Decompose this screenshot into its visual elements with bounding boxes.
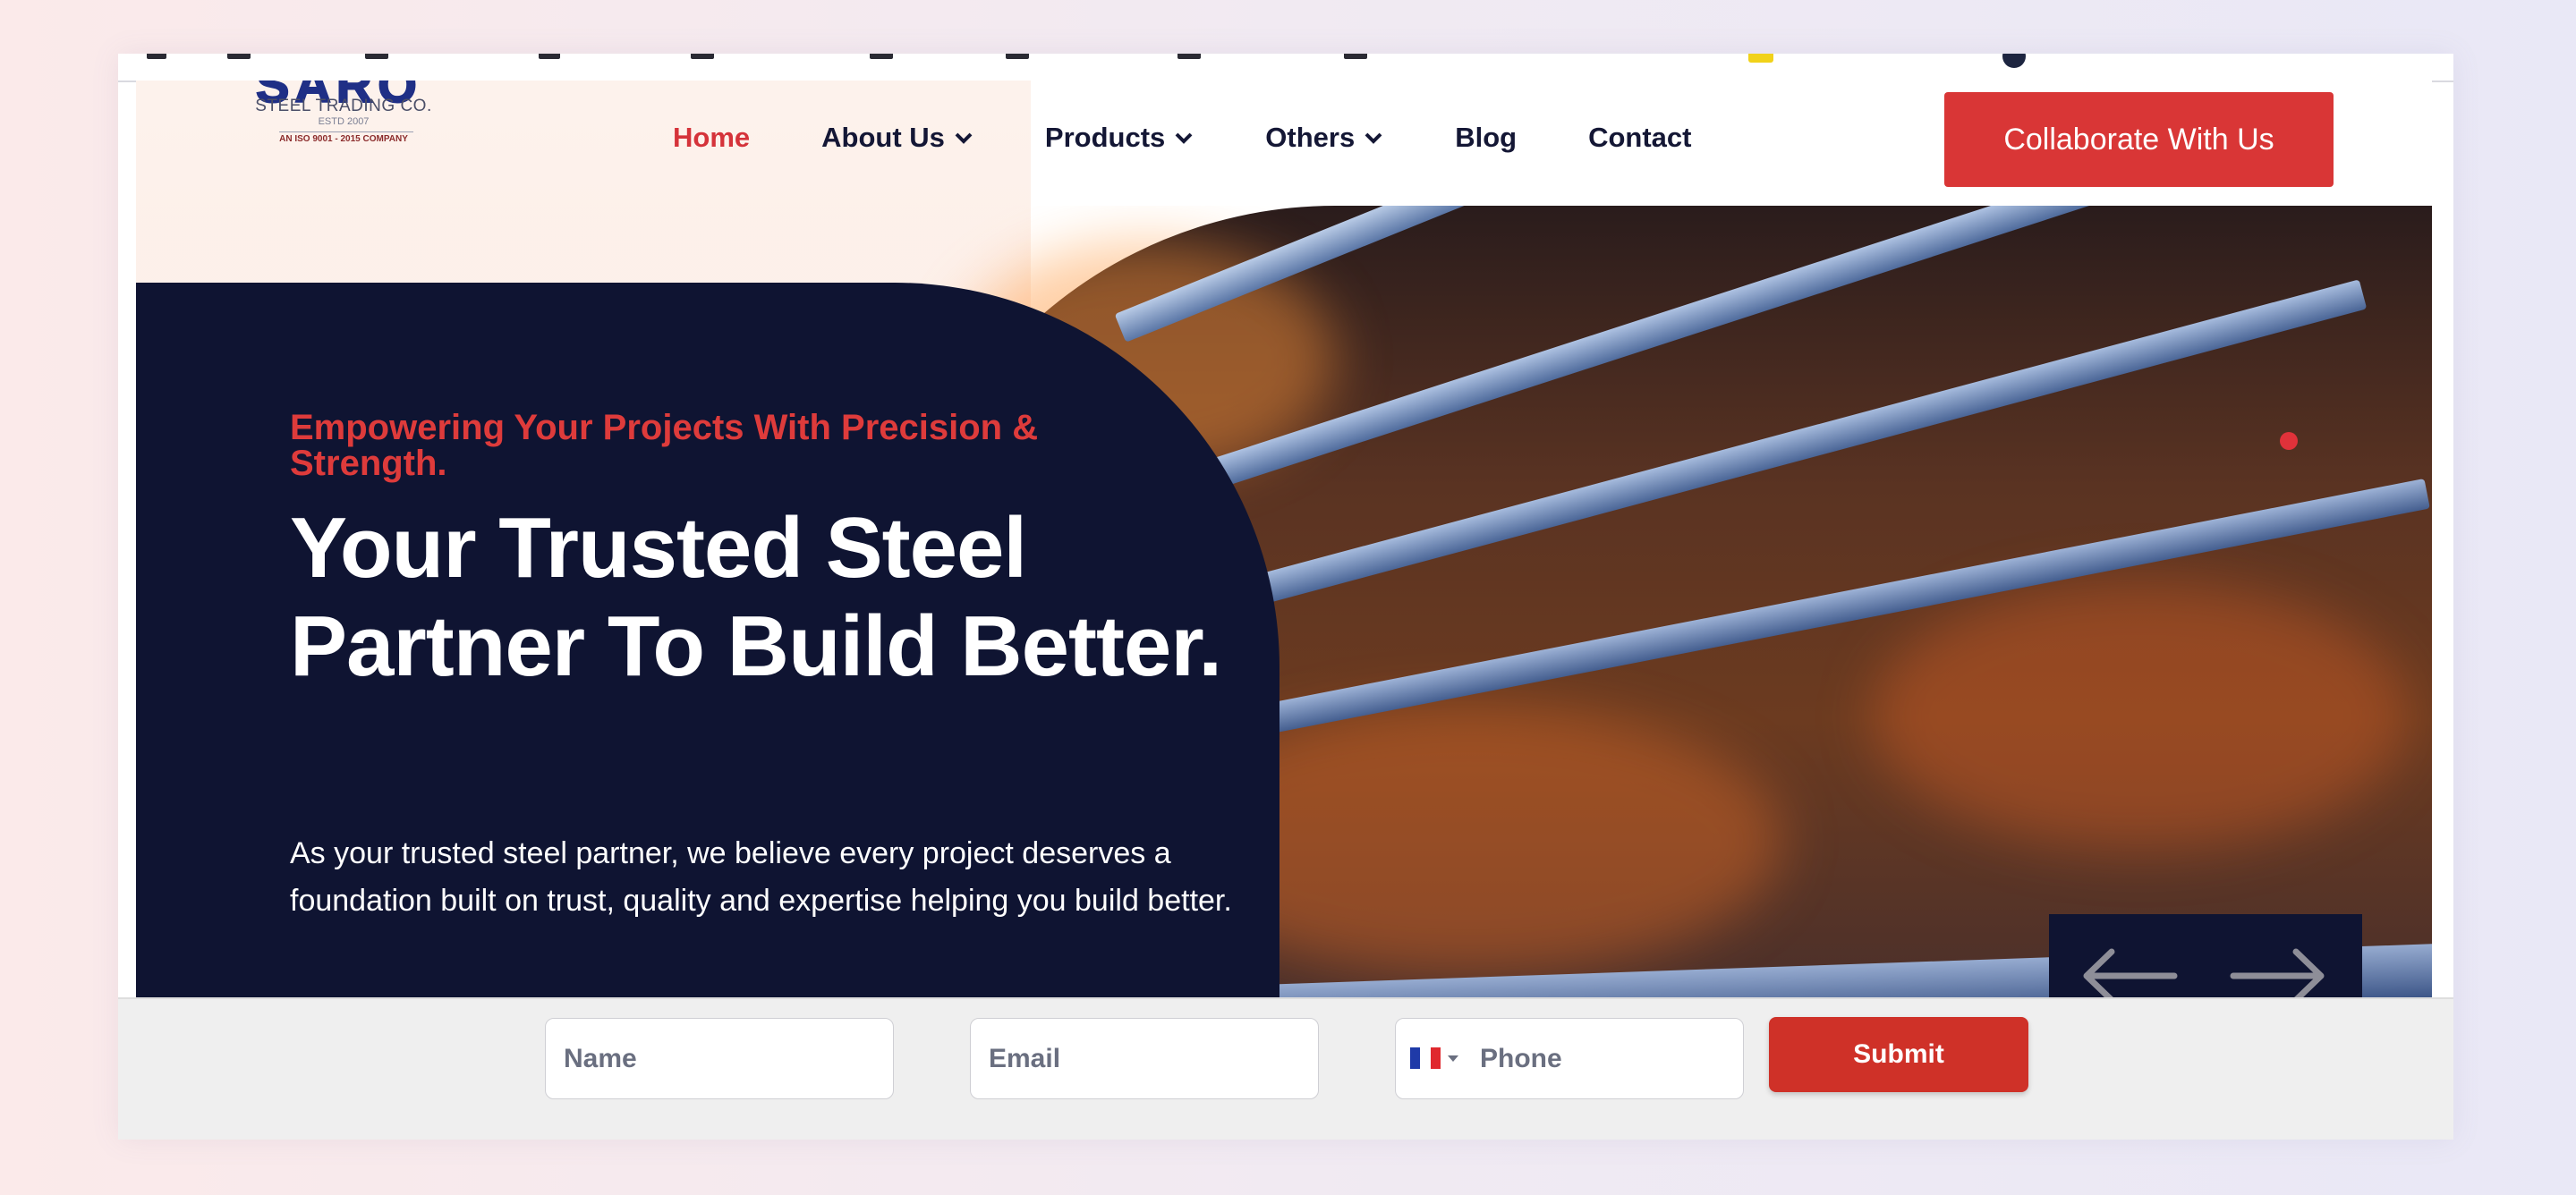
email-input[interactable] — [971, 1019, 1318, 1098]
name-input[interactable] — [546, 1019, 893, 1098]
nav-about-us-label: About Us — [821, 122, 945, 153]
nav-blog-label: Blog — [1455, 122, 1518, 153]
submit-button[interactable]: Submit — [1769, 1017, 2028, 1092]
country-selector[interactable] — [1410, 1047, 1458, 1069]
bookmark-icon[interactable] — [147, 54, 166, 59]
logo-estd: ESTD 2007 — [318, 116, 370, 127]
nav-products-label: Products — [1044, 122, 1166, 153]
website: SARO STEEL TRADING CO. ESTD 2007 AN ISO … — [136, 81, 2432, 1140]
slider-indicator-dot[interactable] — [2280, 432, 2298, 450]
nav-home[interactable]: Home — [673, 122, 750, 154]
bookmark-icon[interactable] — [1006, 54, 1029, 59]
nav-contact[interactable]: Contact — [1588, 122, 1691, 154]
chevron-down-icon — [1175, 132, 1193, 144]
bookmark-icon[interactable] — [365, 54, 388, 59]
nav-contact-label: Contact — [1588, 122, 1692, 153]
browser-viewport: SARO STEEL TRADING CO. ESTD 2007 AN ISO … — [118, 54, 2453, 1140]
bookmark-badge-icon[interactable] — [1748, 54, 1773, 63]
chevron-down-icon — [1365, 132, 1382, 144]
bookmark-icon[interactable] — [227, 54, 251, 59]
hero-description: As your trusted steel partner, we believ… — [290, 836, 1232, 918]
bookmark-icon[interactable] — [691, 54, 714, 59]
company-logo[interactable]: SARO STEEL TRADING CO. ESTD 2007 AN ISO … — [243, 81, 449, 179]
logo-divider — [279, 131, 413, 132]
hero-tagline: Empowering Your Projects With Precision … — [290, 408, 1039, 483]
main-nav: Home About Us Products Others Blog Conta… — [673, 81, 1763, 195]
bookmark-icon[interactable] — [539, 54, 560, 59]
phone-field[interactable] — [1395, 1018, 1744, 1099]
nav-about-us[interactable]: About Us — [821, 122, 973, 154]
nav-home-label: Home — [673, 122, 751, 153]
nav-others-label: Others — [1265, 122, 1356, 153]
profile-icon[interactable] — [2002, 54, 2026, 68]
bookmark-icon[interactable] — [1177, 54, 1201, 59]
email-field[interactable] — [970, 1018, 1319, 1099]
nav-others[interactable]: Others — [1265, 122, 1383, 154]
france-flag-icon — [1410, 1047, 1441, 1069]
enquiry-form: Submit — [118, 997, 2453, 1140]
nav-products[interactable]: Products — [1045, 122, 1194, 154]
hero-headline: Your Trusted Steel Partner To Build Bett… — [290, 500, 1222, 694]
logo-name: STEEL TRADING CO. — [255, 97, 432, 115]
bookmark-icon[interactable] — [870, 54, 893, 59]
collaborate-button[interactable]: Collaborate With Us — [1944, 92, 2334, 187]
bookmarks-bar — [118, 54, 2453, 82]
nav-blog[interactable]: Blog — [1455, 122, 1517, 154]
bookmark-icon[interactable] — [1344, 54, 1367, 59]
name-field[interactable] — [545, 1018, 894, 1099]
caret-down-icon — [1448, 1055, 1458, 1062]
chevron-down-icon — [955, 132, 973, 144]
logo-iso: AN ISO 9001 - 2015 COMPANY — [279, 134, 408, 144]
